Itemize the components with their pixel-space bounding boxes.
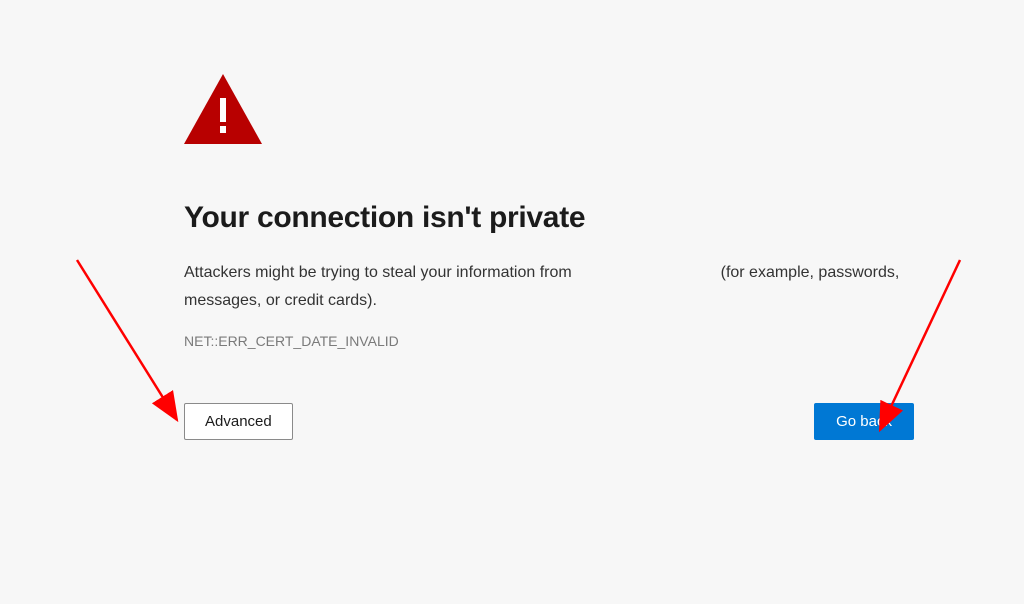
warning-triangle-icon <box>184 74 262 144</box>
button-row: Advanced Go back <box>184 403 914 440</box>
advanced-button[interactable]: Advanced <box>184 403 293 440</box>
warning-body-text: Attackers might be trying to steal your … <box>184 259 914 315</box>
error-code: NET::ERR_CERT_DATE_INVALID <box>184 333 914 349</box>
page-title: Your connection isn't private <box>184 201 914 235</box>
error-page-content: Your connection isn't private Attackers … <box>184 74 914 440</box>
body-text-part-1: Attackers might be trying to steal your … <box>184 264 576 281</box>
go-back-button[interactable]: Go back <box>814 403 914 440</box>
arrow-to-advanced <box>77 260 177 420</box>
